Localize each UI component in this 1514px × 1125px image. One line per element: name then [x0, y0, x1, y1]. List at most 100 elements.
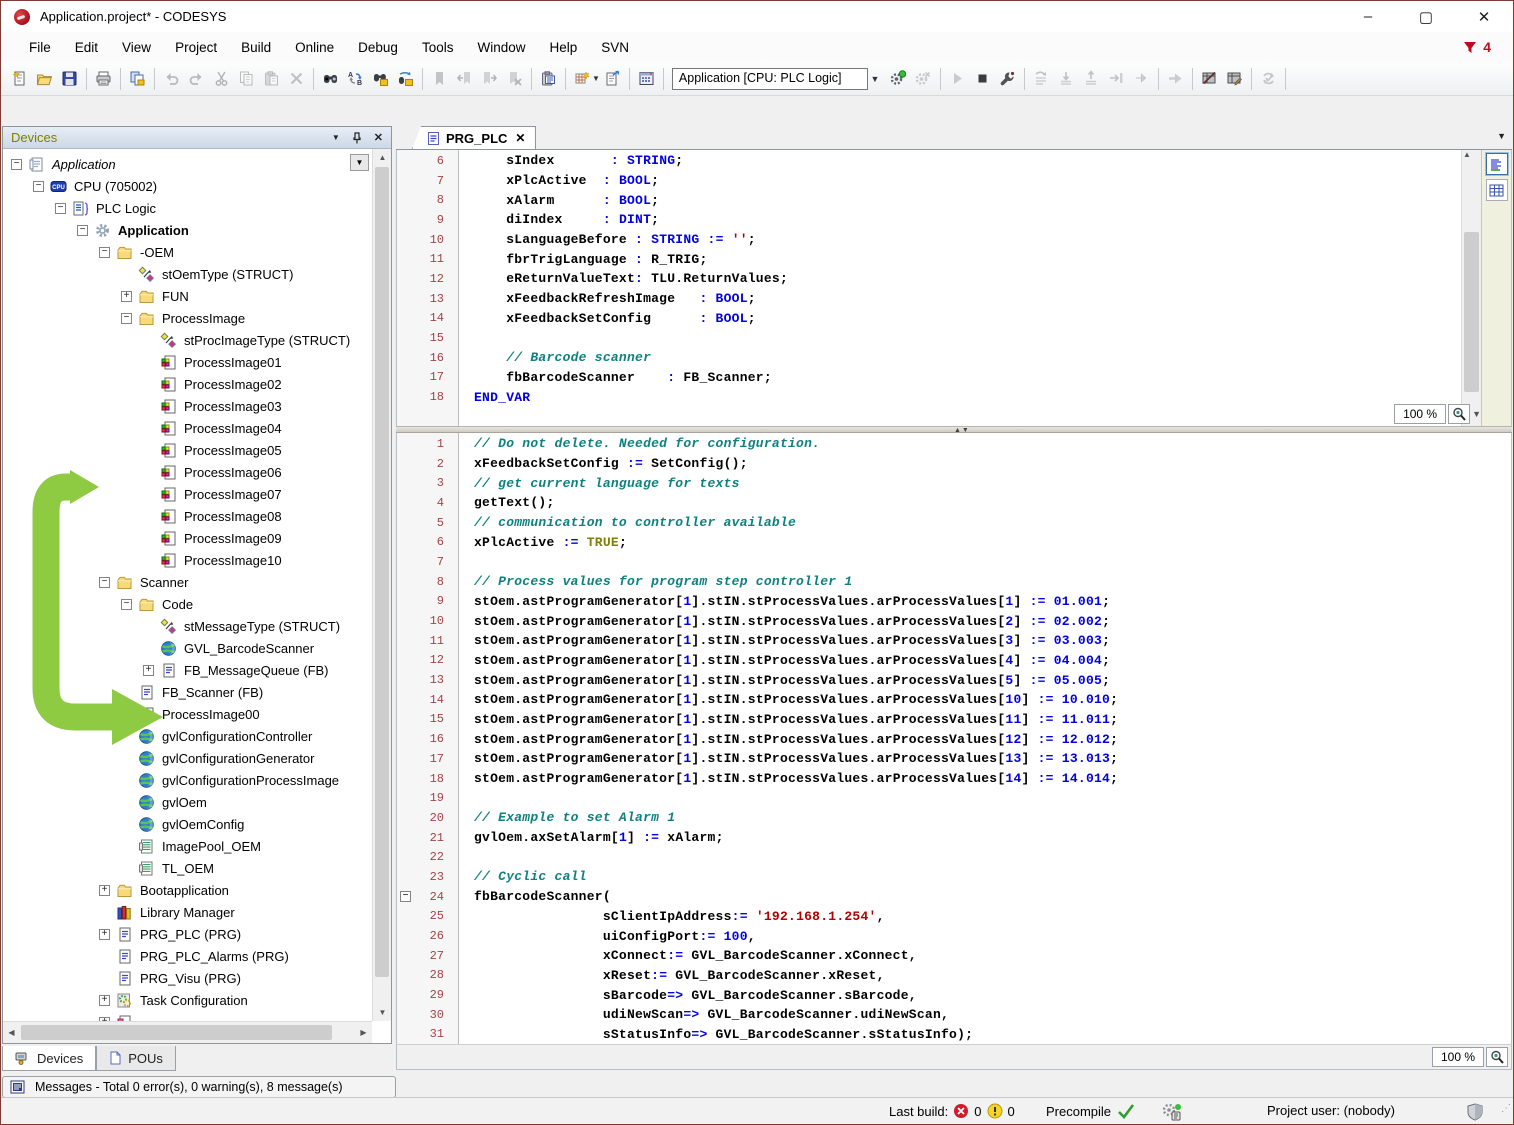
tree-item-stoemtype-struct-[interactable]: stOemType (STRUCT) — [3, 263, 372, 285]
pane-splitter[interactable]: ▲▼ — [396, 426, 1512, 433]
declaration-scrollbar[interactable]: ▲ — [1461, 150, 1481, 426]
tree-item-gvloem[interactable]: gvlOem — [3, 791, 372, 813]
login-icon[interactable] — [886, 66, 911, 91]
tree-item-application[interactable]: −Application — [3, 219, 372, 241]
menu-build[interactable]: Build — [229, 36, 283, 59]
expand-box-icon[interactable]: + — [99, 885, 110, 896]
expand-box-icon[interactable]: + — [99, 929, 110, 940]
close-button[interactable]: ✕ — [1455, 1, 1513, 32]
pin-icon[interactable] — [352, 132, 362, 144]
find-in-project-icon[interactable] — [368, 66, 393, 91]
menu-tools[interactable]: Tools — [410, 36, 466, 59]
tree-item-processimage01[interactable]: ProcessImage01 — [3, 351, 372, 373]
textual-view-button[interactable] — [1486, 153, 1508, 175]
device-combo-button[interactable]: ▼ — [350, 154, 369, 171]
tab-devices[interactable]: Devices — [2, 1046, 96, 1071]
minimize-button[interactable]: – — [1339, 1, 1397, 32]
menu-file[interactable]: File — [17, 36, 63, 59]
tree-item-application[interactable]: −Application — [3, 153, 372, 175]
properties-icon[interactable] — [536, 66, 561, 91]
logout-icon[interactable] — [911, 66, 936, 91]
paste-icon[interactable] — [259, 66, 284, 91]
expand-box-icon[interactable]: − — [55, 203, 66, 214]
redo-icon[interactable] — [184, 66, 209, 91]
tree-item-prg-plc-alarms-prg-[interactable]: PRG_PLC_Alarms (PRG) — [3, 945, 372, 967]
expand-box-icon[interactable]: + — [99, 995, 110, 1006]
menu-project[interactable]: Project — [163, 36, 229, 59]
tree-item-processimage10[interactable]: ProcessImage10 — [3, 549, 372, 571]
menu-debug[interactable]: Debug — [346, 36, 410, 59]
tree-item-processimage06[interactable]: ProcessImage06 — [3, 461, 372, 483]
menu-edit[interactable]: Edit — [63, 36, 110, 59]
tree-item-partial[interactable]: + — [3, 1011, 372, 1021]
tabular-view-button[interactable] — [1486, 179, 1508, 201]
panel-close-icon[interactable]: ✕ — [374, 131, 383, 144]
tree-item-code[interactable]: −Code — [3, 593, 372, 615]
panel-menu-icon[interactable]: ▼ — [332, 133, 340, 142]
resize-grip[interactable]: ⋰ — [1501, 1103, 1511, 1114]
menu-online[interactable]: Online — [283, 36, 346, 59]
expand-box-icon[interactable]: − — [99, 577, 110, 588]
tree-item-plc-logic[interactable]: −PLC Logic — [3, 197, 372, 219]
tree-item-tl-oem[interactable]: TL_OEM — [3, 857, 372, 879]
step-out-icon[interactable] — [1079, 66, 1104, 91]
tree-vertical-scrollbar[interactable]: ▲ ▼ — [372, 149, 391, 1021]
step-into-icon[interactable] — [1054, 66, 1079, 91]
menu-view[interactable]: View — [110, 36, 163, 59]
replace-icon[interactable]: AB — [343, 66, 368, 91]
menu-help[interactable]: Help — [537, 36, 589, 59]
tree-item-fun[interactable]: +FUN — [3, 285, 372, 307]
tree-item--oem[interactable]: −-OEM — [3, 241, 372, 263]
menu-window[interactable]: Window — [465, 36, 537, 59]
tree-item-gvlconfigurationprocessimage[interactable]: gvlConfigurationProcessImage — [3, 769, 372, 791]
tree-item-fb-scanner-fb-[interactable]: FB_Scanner (FB) — [3, 681, 372, 703]
zoom-magnifier-icon[interactable] — [1448, 404, 1470, 424]
run-to-cursor-icon[interactable] — [1104, 66, 1129, 91]
expand-box-icon[interactable]: − — [77, 225, 88, 236]
declaration-zoom-level[interactable]: 100 % — [1394, 404, 1446, 424]
tree-item-processimage00[interactable]: ProcessImage00 — [3, 703, 372, 725]
expand-box-icon[interactable]: − — [121, 599, 132, 610]
expand-box-icon[interactable]: + — [121, 291, 132, 302]
open-project-icon[interactable] — [32, 66, 57, 91]
tab-list-dropdown-icon[interactable]: ▼ — [1497, 131, 1506, 141]
tree-item-gvlconfigurationgenerator[interactable]: gvlConfigurationGenerator — [3, 747, 372, 769]
device-dialog-icon[interactable] — [634, 66, 659, 91]
find-icon[interactable] — [318, 66, 343, 91]
force-values-icon[interactable] — [1197, 66, 1222, 91]
expand-box-icon[interactable]: − — [121, 313, 132, 324]
print-icon[interactable] — [91, 66, 116, 91]
tree-item-stprocimagetype-struct-[interactable]: stProcImageType (STRUCT) — [3, 329, 372, 351]
expand-box-icon[interactable]: − — [99, 247, 110, 258]
implementation-zoom-level[interactable]: 100 % — [1432, 1047, 1484, 1067]
implementation-pane[interactable]: 1// Do not delete. Needed for configurat… — [396, 433, 1512, 1044]
copy-project-icon[interactable] — [125, 66, 150, 91]
start-icon[interactable] — [945, 66, 970, 91]
copy-icon[interactable] — [234, 66, 259, 91]
tree-item-gvlconfigurationcontroller[interactable]: gvlConfigurationController — [3, 725, 372, 747]
declaration-pane[interactable]: 6 sIndex : STRING;7 xPlcActive : BOOL;8 … — [396, 150, 1512, 426]
active-application-combo[interactable]: Application [CPU: PLC Logic]▼ — [672, 68, 882, 90]
editor-tab-prg-plc[interactable]: PRG_PLC ✕ — [412, 126, 536, 149]
previous-bookmark-icon[interactable] — [452, 66, 477, 91]
tree-item-task-configuration[interactable]: +Task Configuration — [3, 989, 372, 1011]
undo-icon[interactable] — [159, 66, 184, 91]
tree-item-processimage04[interactable]: ProcessImage04 — [3, 417, 372, 439]
clear-bookmarks-icon[interactable] — [502, 66, 527, 91]
tree-item-processimage02[interactable]: ProcessImage02 — [3, 373, 372, 395]
tree-item-processimage08[interactable]: ProcessImage08 — [3, 505, 372, 527]
tree-item-library-manager[interactable]: Library Manager — [3, 901, 372, 923]
tab-pous[interactable]: POUs — [96, 1046, 176, 1071]
toggle-bookmark-icon[interactable] — [427, 66, 452, 91]
notification-funnel-icon[interactable] — [1462, 39, 1479, 55]
show-next-statement-icon[interactable] — [1129, 66, 1154, 91]
tree-item-gvloemconfig[interactable]: gvlOemConfig — [3, 813, 372, 835]
tree-item-prg-visu-prg-[interactable]: PRG_Visu (PRG) — [3, 967, 372, 989]
tree-item-prg-plc-prg-[interactable]: +PRG_PLC (PRG) — [3, 923, 372, 945]
device-tree[interactable]: −Application−CPUCPU (705002)−PLC Logic−A… — [3, 149, 372, 1021]
tree-item-imagepool-oem[interactable]: ImagePool_OEM — [3, 835, 372, 857]
combo-dropdown-icon[interactable]: ▼ — [868, 68, 882, 90]
tree-item-bootapplication[interactable]: +Bootapplication — [3, 879, 372, 901]
export-icon[interactable] — [600, 66, 625, 91]
reset-warm-icon[interactable] — [1256, 66, 1281, 91]
